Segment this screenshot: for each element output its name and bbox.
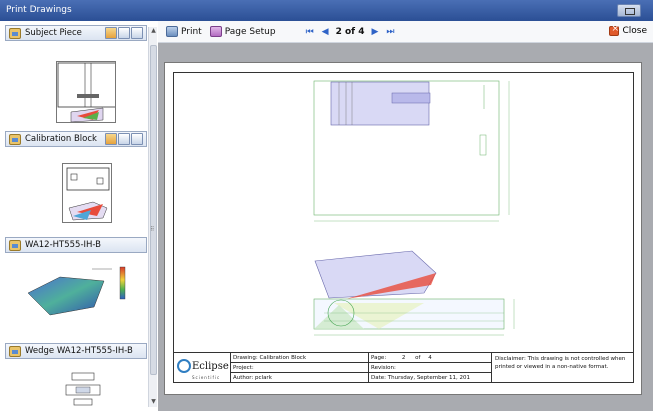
print-label: Print	[181, 26, 202, 37]
page-number: 2	[401, 355, 406, 361]
panel-header-wedge[interactable]: Wedge WA12-HT555-IH-B	[5, 343, 147, 359]
window-restore-button[interactable]	[617, 4, 641, 17]
page-label: Page:	[371, 355, 387, 361]
copy-icon[interactable]	[131, 133, 143, 145]
page-of: of	[415, 355, 421, 361]
page-navigator: ⏮ ◀ 2 of 4 ▶ ⏭	[302, 27, 399, 37]
splitter-grip-icon[interactable]: ⠿	[150, 226, 154, 233]
logo-circle-icon	[177, 359, 191, 373]
panel-label: Wedge WA12-HT555-IH-B	[25, 346, 133, 356]
title-block: Eclipse Scientific Drawing: Calibration …	[174, 352, 633, 383]
logo-text: Eclipse	[192, 361, 229, 372]
panel-label: WA12-HT555-IH-B	[25, 240, 102, 250]
close-button[interactable]: Close	[609, 24, 647, 36]
revision-field: Revision:	[369, 363, 492, 373]
panel-label: Calibration Block	[25, 134, 97, 144]
copy-icon[interactable]	[131, 27, 143, 39]
toolbar: Print Page Setup ⏮ ◀ 2 of 4 ▶ ⏭ Close	[158, 21, 653, 43]
page-total: 4	[428, 355, 432, 361]
previous-page-icon[interactable]: ◀	[322, 27, 329, 37]
page-setup-label: Page Setup	[224, 26, 276, 37]
folder-icon	[9, 133, 21, 145]
wedge-thumbnail[interactable]	[62, 369, 106, 409]
close-icon	[609, 24, 620, 36]
page-indicator: 2 of 4	[335, 26, 365, 37]
first-page-icon[interactable]: ⏮	[306, 27, 314, 37]
calibration-block-thumbnail[interactable]	[62, 163, 112, 223]
page-field: Page: 2 of 4	[369, 353, 492, 363]
print-icon[interactable]	[118, 133, 130, 145]
logo-subtext: Scientific	[192, 375, 221, 380]
title-bar: Print Drawings	[0, 0, 653, 21]
folder-icon	[9, 27, 21, 39]
scroll-down-icon[interactable]: ▼	[149, 398, 158, 407]
close-label: Close	[622, 26, 647, 36]
print-button[interactable]: Print	[166, 26, 202, 37]
sidebar-scrollbar[interactable]: ▲ ▼	[148, 27, 157, 407]
scrollbar-thumb[interactable]	[150, 45, 157, 375]
folder-icon	[9, 239, 21, 251]
panel-header-wa12[interactable]: WA12-HT555-IH-B	[5, 237, 147, 253]
camera-icon[interactable]	[105, 133, 117, 145]
project-field: Project:	[231, 363, 369, 373]
subject-piece-thumbnail[interactable]	[56, 61, 116, 123]
folder-icon	[9, 345, 21, 357]
page-setup-icon	[209, 26, 222, 37]
drawing-name: Drawing: Calibration Block	[231, 353, 369, 363]
sidebar: Subject Piece Calibration Block WA12-HT5…	[0, 21, 158, 411]
last-page-icon[interactable]: ⏭	[386, 27, 394, 37]
print-icon[interactable]	[118, 27, 130, 39]
date-field: Date: Thursday, September 11, 201	[369, 373, 492, 383]
panel-label: Subject Piece	[25, 28, 82, 38]
eclipse-logo: Eclipse Scientific	[174, 353, 231, 383]
scroll-up-icon[interactable]: ▲	[149, 27, 158, 36]
printer-icon	[166, 26, 178, 37]
disclaimer: Disclaimer: This drawing is not controll…	[495, 356, 626, 370]
panel-header-calibration-block[interactable]: Calibration Block	[5, 131, 147, 147]
author-field: Author: pclark	[231, 373, 369, 383]
window-title: Print Drawings	[6, 5, 72, 15]
drawing-canvas	[313, 80, 515, 336]
page-setup-button[interactable]: Page Setup	[209, 26, 276, 37]
camera-icon[interactable]	[105, 27, 117, 39]
next-page-icon[interactable]: ▶	[371, 27, 378, 37]
wa12-thumbnail[interactable]	[20, 259, 130, 327]
panel-header-subject-piece[interactable]: Subject Piece	[5, 25, 147, 41]
